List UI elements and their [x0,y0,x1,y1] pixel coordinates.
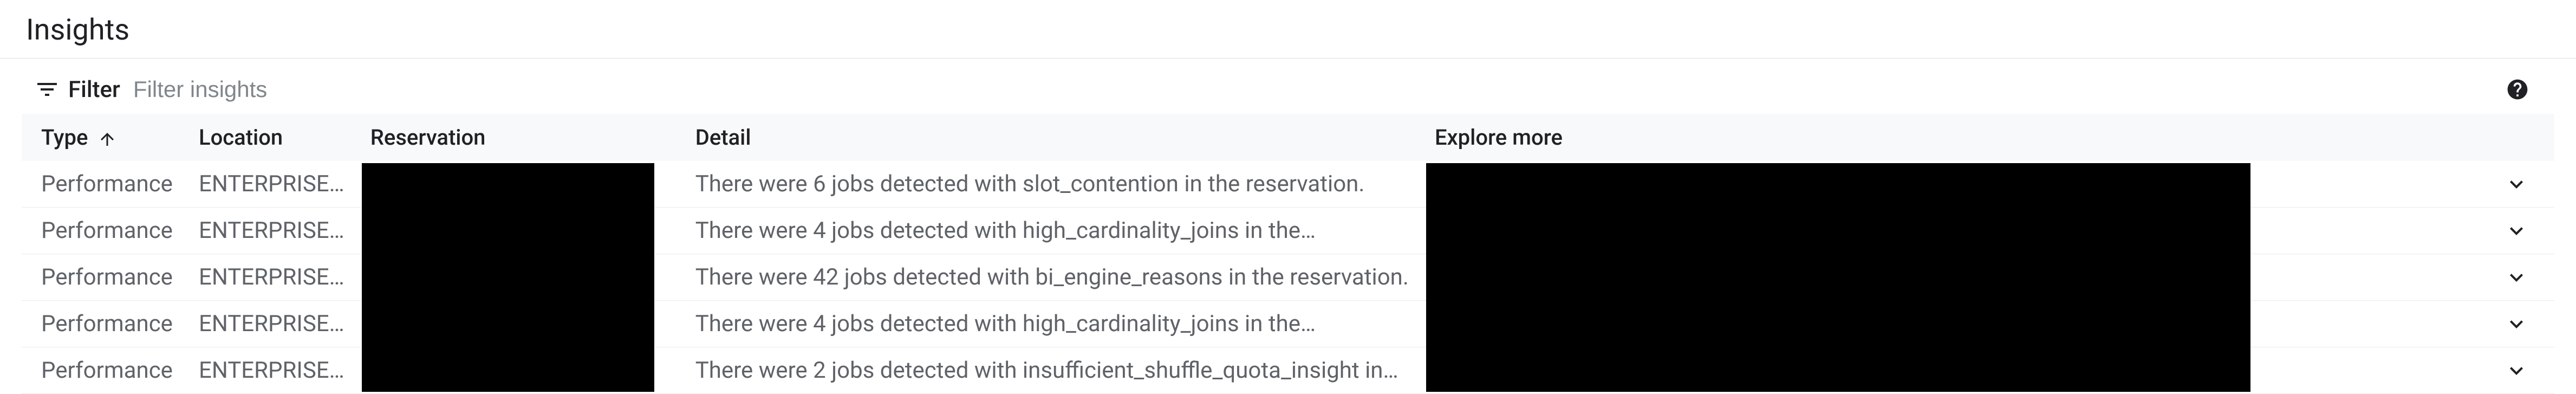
redacted-reservation-overlay [362,163,654,392]
cell-location: ENTERPRISE… [186,161,357,208]
filter-label: Filter [68,76,120,103]
chevron-down-icon[interactable] [2503,218,2529,244]
cell-type: Performance [22,301,186,347]
help-icon[interactable] [2505,76,2531,102]
cell-type: Performance [22,347,186,394]
cell-expand [2479,161,2554,208]
cell-detail: There were 4 jobs detected with high_car… [682,208,1422,254]
divider [0,58,2576,59]
cell-detail: There were 2 jobs detected with insuffic… [682,347,1422,394]
chevron-down-icon[interactable] [2503,264,2529,290]
table-header-row: Type Location Reservation Detail Explore… [22,114,2554,161]
cell-location: ENTERPRISE… [186,301,357,347]
filter-icon[interactable] [32,75,62,104]
header-reservation[interactable]: Reservation [357,114,682,161]
filter-input[interactable] [133,76,2498,102]
cell-location: ENTERPRISE… [186,254,357,301]
header-type[interactable]: Type [22,114,186,161]
cell-expand [2479,301,2554,347]
sort-ascending-icon[interactable] [97,129,117,148]
chevron-down-icon[interactable] [2503,171,2529,197]
header-expand [2479,114,2554,161]
header-location[interactable]: Location [186,114,357,161]
cell-type: Performance [22,208,186,254]
cell-type: Performance [22,254,186,301]
chevron-down-icon[interactable] [2503,311,2529,337]
filter-bar: Filter [0,65,2576,114]
cell-detail: There were 6 jobs detected with slot_con… [682,161,1422,208]
cell-location: ENTERPRISE… [186,208,357,254]
redacted-explore-overlay [1426,163,2250,392]
cell-detail: There were 4 jobs detected with high_car… [682,301,1422,347]
header-type-label: Type [41,125,88,150]
header-explore[interactable]: Explore more [1422,114,2479,161]
cell-expand [2479,208,2554,254]
cell-expand [2479,254,2554,301]
header-detail[interactable]: Detail [682,114,1422,161]
cell-expand [2479,347,2554,394]
page-title: Insights [0,0,2576,58]
cell-detail: There were 42 jobs detected with bi_engi… [682,254,1422,301]
chevron-down-icon[interactable] [2503,358,2529,384]
cell-type: Performance [22,161,186,208]
cell-location: ENTERPRISE… [186,347,357,394]
